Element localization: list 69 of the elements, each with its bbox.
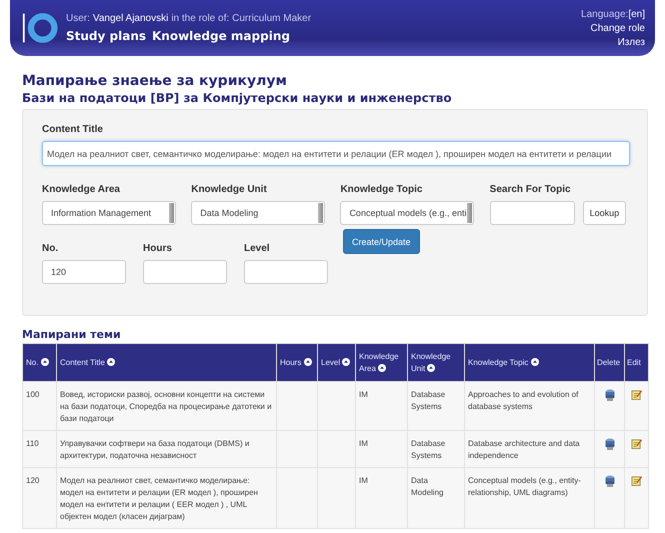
table-cell: Database Systems (408, 382, 464, 430)
input-field[interactable] (143, 260, 227, 284)
column-header: Edit (624, 344, 648, 382)
header-link[interactable]: Излез (618, 36, 645, 48)
user-name: Vangel Ajanovski (92, 13, 168, 24)
language-label: Language: (581, 8, 628, 20)
field-label: Search For Topic (490, 184, 572, 195)
nav-link[interactable]: Knowledge mapping (152, 29, 290, 43)
page-title: Мапирање знаење за курикулум (22, 73, 288, 89)
edit-icon[interactable] (631, 389, 642, 400)
database-icon[interactable] (604, 438, 614, 450)
input-field[interactable] (244, 260, 328, 284)
sort-icon[interactable] (530, 358, 539, 366)
column-header[interactable]: Content Title (56, 344, 276, 382)
field-label: No. (42, 243, 60, 254)
sort-icon[interactable] (342, 358, 350, 366)
logo-icon (22, 10, 58, 46)
language-link[interactable]: [en] (628, 8, 645, 20)
page-subtitle: Бази на податоци [BP] за Компјутерски науки и инженерство (22, 91, 453, 105)
table-cell: 120 (22, 468, 56, 528)
sort-icon[interactable] (304, 358, 312, 366)
table-cell: Data Modeling (408, 468, 464, 528)
table-cell: Approaches to and evolution of database systems (464, 382, 594, 430)
user-label: User: (66, 13, 90, 24)
edit-icon[interactable] (631, 438, 642, 449)
column-header[interactable]: Level (318, 344, 356, 382)
table-cell: 110 (22, 430, 56, 468)
create-update-button[interactable]: Create/Update (343, 229, 420, 254)
table-cell: Conceptual models (e.g., entity-relationship, UML diagrams) (464, 468, 594, 528)
header-link[interactable]: Change role (590, 22, 645, 34)
table-cell: Вовед, историски развој, основни концепти на системи на бази податоци, Споредба на процесирање датотеки и бази податоци (56, 382, 276, 430)
sort-icon[interactable] (427, 364, 436, 372)
table-cell: IM (356, 382, 408, 430)
role-name: Curriculum Maker (232, 13, 312, 24)
sort-icon[interactable] (40, 358, 49, 366)
field-label: Hours (143, 243, 173, 254)
field-label: Level (244, 243, 271, 254)
field-label: Knowledge Area (42, 184, 121, 195)
field-label: Knowledge Unit (191, 184, 268, 195)
column-header[interactable]: Knowledge Topic (464, 344, 594, 382)
database-icon[interactable] (604, 389, 614, 401)
sort-icon[interactable] (378, 364, 386, 372)
column-header[interactable]: Knowledge Area (356, 344, 408, 382)
column-header: Delete (594, 344, 624, 382)
table-cell: IM (356, 430, 408, 468)
field-label: Content Title (42, 124, 104, 135)
dropdown[interactable]: Conceptual models (e.g., enti (340, 201, 474, 225)
table-cell: Модел на реалниот свет, семантичко моделирање: модел на ентитети и релации (ER модел ), проширен модел на ентитети и релации ( EER модел ) , UML објектен модел (класен дијаграм) (56, 468, 276, 528)
input-field[interactable]: 120 (42, 260, 126, 284)
field-label: Knowledge Topic (340, 184, 424, 195)
table-cell: Database architecture and data independence (464, 430, 594, 468)
column-header[interactable]: Knowledge Unit (408, 344, 464, 382)
column-header[interactable]: Hours (276, 344, 318, 382)
nav-link[interactable]: Study plans (66, 29, 146, 43)
dropdown[interactable]: Information Management (42, 201, 176, 225)
table-cell: Database Systems (408, 430, 464, 468)
lookup-button[interactable]: Lookup (582, 201, 626, 225)
content-title-field[interactable]: Модел на реалниот свет, семантичко моделирање: модел на ентитети и релации (ER модел ), проширен модел на ентитети и релации (42, 141, 630, 166)
table-cell: Управувачки софтвери на база податоци (DBMS) и архитектури, податочна независност (56, 430, 276, 468)
table-cell: IM (356, 468, 408, 528)
edit-icon[interactable] (631, 475, 642, 486)
sort-icon[interactable] (107, 358, 116, 366)
table-cell: 100 (22, 382, 56, 430)
dropdown[interactable]: Data Modeling (191, 201, 326, 225)
database-icon[interactable] (604, 475, 614, 487)
search-field[interactable] (490, 201, 575, 225)
column-header[interactable]: No. (22, 344, 56, 382)
table-title: Мапирани теми (22, 328, 122, 341)
role-label: in the role of: (171, 13, 230, 24)
